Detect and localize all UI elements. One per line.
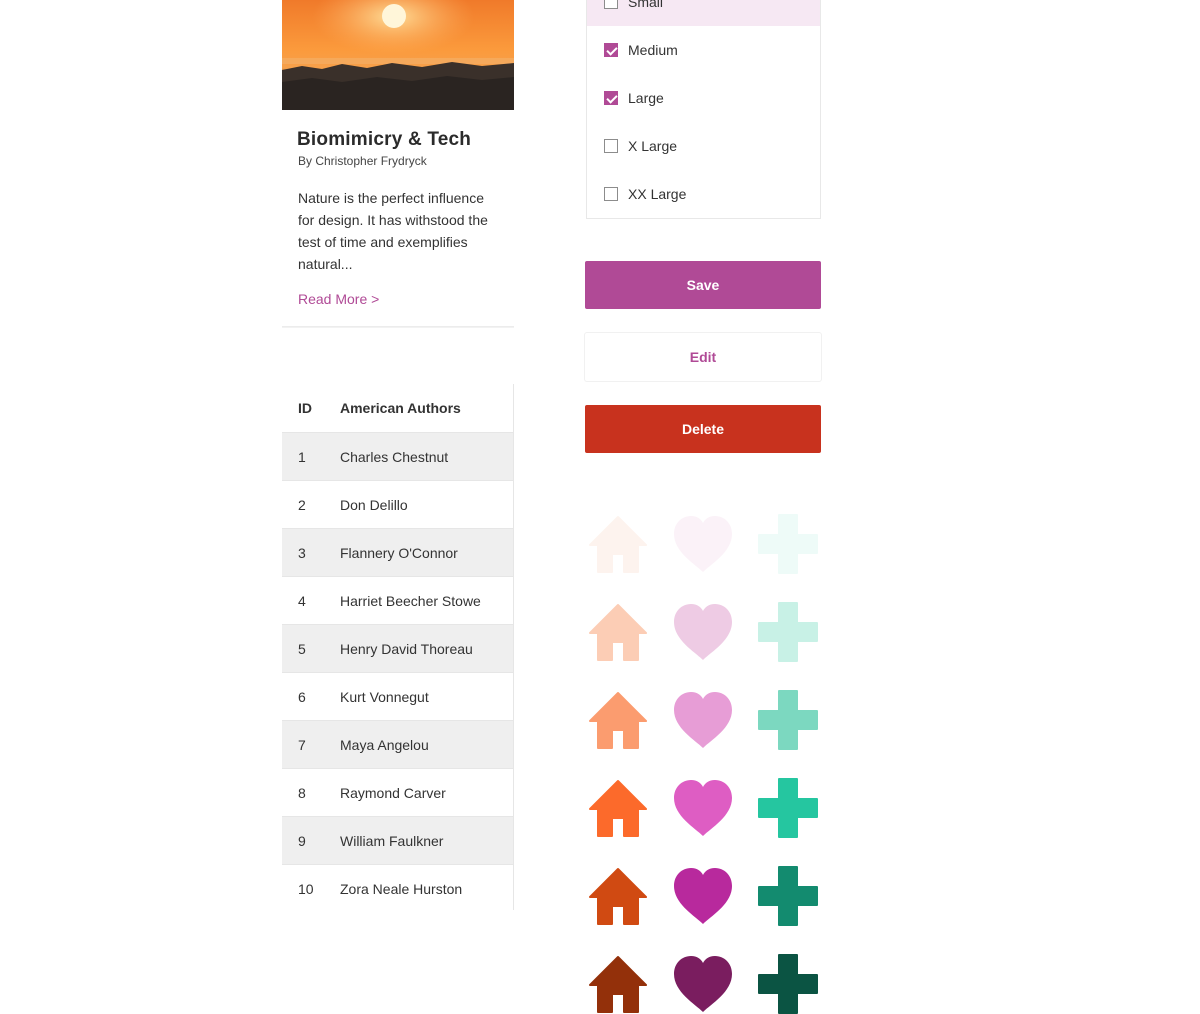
heart-icon: [673, 778, 733, 838]
checkbox-label: XX Large: [628, 186, 687, 202]
checkbox-option-small[interactable]: Small: [587, 0, 820, 26]
cell-author: Don Delillo: [340, 480, 513, 529]
house-icon: [588, 602, 648, 662]
heart-icon: [673, 514, 733, 574]
cell-author: William Faulkner: [340, 816, 513, 865]
checkbox-label: Medium: [628, 42, 678, 58]
header-id: ID: [298, 400, 312, 416]
table-row: 1 Charles Chestnut: [282, 432, 513, 481]
checkbox-label: X Large: [628, 138, 678, 154]
save-button[interactable]: Save: [585, 261, 821, 309]
plus-icon: [758, 602, 818, 662]
plus-icon: [758, 866, 818, 926]
table-row: 6 Kurt Vonnegut: [282, 672, 513, 721]
authors-table: ID American Authors 1 Charles Chestnut 2D…: [282, 384, 514, 912]
cell-id: 4: [282, 576, 340, 625]
article-card: Biomimicry & Tech By Christopher Frydryc…: [282, 0, 514, 327]
table-row: 7 Maya Angelou: [282, 720, 513, 769]
cell-author: Kurt Vonnegut: [340, 672, 513, 721]
cell-author: Harriet Beecher Stowe: [340, 576, 513, 625]
checkbox-option-x-large[interactable]: X Large: [587, 122, 820, 170]
size-checkbox-list: Small Medium Large X Large XX Large: [586, 0, 821, 219]
plus-icon: [758, 778, 818, 838]
heart-icon: [673, 866, 733, 926]
cell-author: Charles Chestnut: [340, 432, 513, 481]
house-icon: [588, 954, 648, 1014]
cell-id: 2: [282, 480, 340, 529]
cell-author: Henry David Thoreau: [340, 624, 513, 673]
table-row: 9 William Faulkner: [282, 816, 513, 865]
cell-id: 10: [282, 864, 340, 912]
table-row: 5 Henry David Thoreau: [282, 624, 513, 673]
checkbox-option-medium[interactable]: Medium: [587, 26, 820, 74]
read-more-link[interactable]: Read More >: [298, 291, 379, 307]
table-row: 3 Flannery O'Connor: [282, 528, 513, 577]
card-title: Biomimicry & Tech: [297, 129, 472, 150]
checkbox[interactable]: [604, 43, 618, 57]
cell-id: 7: [282, 720, 340, 769]
header-american-authors: American Authors: [340, 400, 461, 416]
table-header-row: ID American Authors: [282, 384, 513, 433]
edit-button[interactable]: Edit: [585, 333, 821, 381]
sunset-image: [282, 0, 514, 110]
cell-id: 9: [282, 816, 340, 865]
checkbox[interactable]: [604, 139, 618, 153]
cell-id: 6: [282, 672, 340, 721]
card-author: By Christopher Frydryck: [298, 154, 427, 168]
house-icon: [588, 690, 648, 750]
cell-id: 1: [282, 432, 340, 481]
cell-id: 3: [282, 528, 340, 577]
table-row: 2 Don Delillo: [282, 480, 513, 529]
checkbox-option-xx-large[interactable]: XX Large: [587, 170, 820, 218]
checkbox[interactable]: [604, 91, 618, 105]
house-icon: [588, 778, 648, 838]
heart-icon: [673, 602, 733, 662]
heart-icon: [673, 954, 733, 1014]
cell-author: Zora Neale Hurston: [340, 864, 513, 912]
heart-icon: [673, 690, 733, 750]
cell-author: Flannery O'Connor: [340, 528, 513, 577]
plus-icon: [758, 514, 818, 574]
house-icon: [588, 866, 648, 926]
checkbox[interactable]: [604, 187, 618, 201]
card-description: Nature is the perfect influence for desi…: [298, 190, 488, 272]
checkbox-label: Small: [628, 0, 664, 10]
delete-button[interactable]: Delete: [585, 405, 821, 453]
checkbox-label: Large: [628, 90, 664, 106]
cell-author: Maya Angelou: [340, 720, 513, 769]
cell-author: Raymond Carver: [340, 768, 513, 817]
table-row: 10 Zora Neale Hurston: [282, 864, 513, 912]
plus-icon: [758, 690, 818, 750]
house-icon: [588, 514, 648, 574]
checkbox[interactable]: [604, 0, 618, 9]
cell-id: 8: [282, 768, 340, 817]
checkbox-option-large[interactable]: Large: [587, 74, 820, 122]
cell-id: 5: [282, 624, 340, 673]
table-row: 8 Raymond Carver: [282, 768, 513, 817]
table-row: 4 Harriet Beecher Stowe: [282, 576, 513, 625]
plus-icon: [758, 954, 818, 1014]
